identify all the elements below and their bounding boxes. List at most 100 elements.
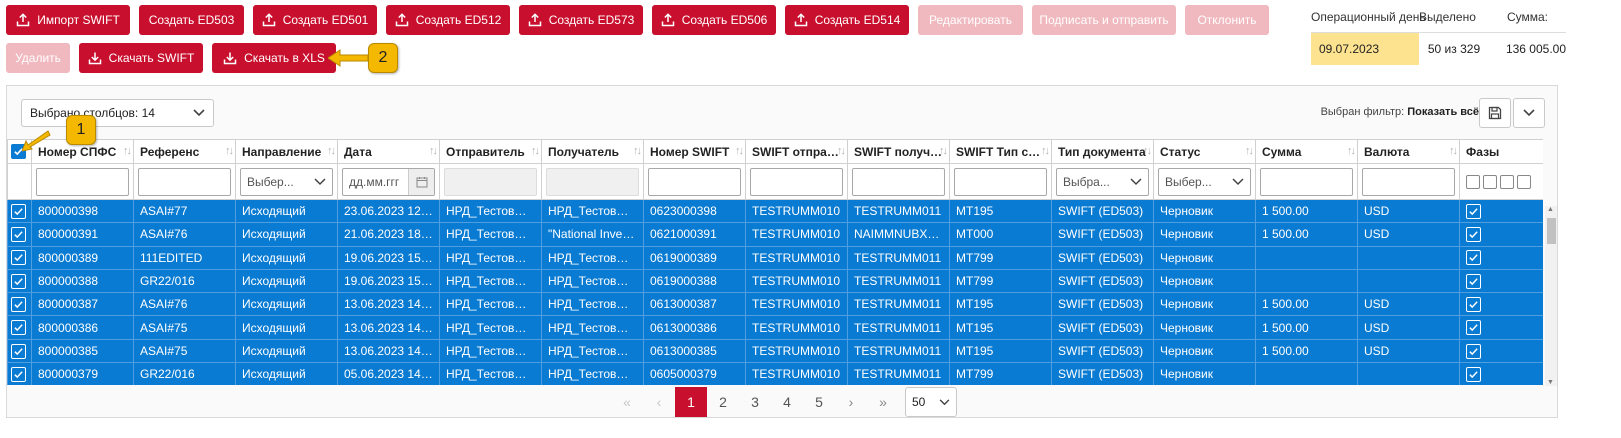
row-checkbox[interactable] xyxy=(11,203,26,219)
column-header[interactable]: Направление ↑↓ xyxy=(235,139,338,164)
page-4-button[interactable]: 4 xyxy=(771,387,803,417)
column-filter-input[interactable] xyxy=(36,167,129,196)
column-filter-input[interactable] xyxy=(954,167,1047,196)
phase-checkbox[interactable] xyxy=(1466,250,1481,266)
create-ed506-button[interactable]: Создать ED506 xyxy=(652,5,776,35)
row-checkbox[interactable] xyxy=(11,297,26,312)
page-2-button[interactable]: 2 xyxy=(707,387,739,417)
column-filter-input[interactable] xyxy=(750,167,843,196)
column-header[interactable]: Получатель ↑↓ xyxy=(541,139,644,164)
phase-checkbox[interactable] xyxy=(1466,227,1481,243)
column-filter-input[interactable] xyxy=(138,167,231,196)
scroll-down-icon[interactable]: ▼ xyxy=(1547,379,1554,386)
sort-icon[interactable]: ↑↓ xyxy=(1041,145,1050,157)
page-5-button[interactable]: 5 xyxy=(803,387,835,417)
row-checkbox[interactable] xyxy=(11,227,26,243)
create-ed573-button[interactable]: Создать ED573 xyxy=(519,5,643,35)
table-row[interactable]: 800000379 GR22/016 Исходящий 05.06.2023 14:… xyxy=(7,362,1543,385)
phase-filter-checkbox[interactable] xyxy=(1517,174,1531,189)
sort-icon[interactable]: ↑↓ xyxy=(1143,145,1152,157)
create-ed514-button[interactable]: Создать ED514 xyxy=(785,5,909,35)
create-ed501-button[interactable]: Создать ED501 xyxy=(253,5,377,35)
row-checkbox[interactable] xyxy=(11,366,26,382)
table-row[interactable]: 800000388 GR22/016 Исходящий 19.06.2023 15:… xyxy=(7,268,1543,294)
column-filter-select[interactable]: Выбер... xyxy=(240,167,333,196)
filter-menu-button[interactable] xyxy=(1513,98,1545,128)
column-header[interactable]: Дата ↑↓ xyxy=(337,139,440,164)
table-cell: 13.06.2023 14:14 xyxy=(337,292,440,317)
table-cell: MT195 xyxy=(949,315,1052,340)
sort-icon[interactable]: ↑↓ xyxy=(225,145,234,157)
sort-icon[interactable]: ↑↓ xyxy=(1449,145,1458,157)
sort-icon[interactable]: ↑↓ xyxy=(633,145,642,157)
column-header[interactable]: SWIFT получа... ↑↓ xyxy=(847,139,950,164)
phase-filter-checkbox[interactable] xyxy=(1483,174,1497,189)
sort-icon[interactable]: ↑↓ xyxy=(1245,145,1254,157)
row-checkbox[interactable] xyxy=(11,250,26,266)
first-page-button[interactable]: « xyxy=(611,387,643,417)
column-header[interactable]: Фазы xyxy=(1459,139,1543,164)
scrollbar-thumb[interactable] xyxy=(1547,218,1556,244)
import-swift-button[interactable]: Импорт SWIFT xyxy=(6,5,130,35)
sign-send-button: Подписать и отправить xyxy=(1032,5,1176,35)
column-header[interactable]: Отправитель ↑↓ xyxy=(439,139,542,164)
phase-checkbox[interactable] xyxy=(1466,343,1481,359)
table-row[interactable]: 800000389 111EDITED Исходящий 19.06.2023 15… xyxy=(7,245,1543,270)
column-header[interactable]: SWIFT отправ... ↑↓ xyxy=(745,139,848,164)
download-xls-button[interactable]: Скачать в XLS xyxy=(212,43,336,73)
phase-checkbox[interactable] xyxy=(1466,297,1481,312)
last-page-button[interactable]: » xyxy=(867,387,899,417)
column-header[interactable]: Номер SWIFT ↑↓ xyxy=(643,139,746,164)
table-cell: ASAI#77 xyxy=(133,198,236,224)
save-filter-button[interactable] xyxy=(1479,98,1511,128)
sort-icon[interactable]: ↑↓ xyxy=(1347,145,1356,157)
table-row[interactable]: 800000391 ASAI#76 Исходящий 21.06.2023 18:3… xyxy=(7,222,1543,247)
row-checkbox[interactable] xyxy=(11,273,26,289)
phase-checkbox[interactable] xyxy=(1466,273,1481,289)
phase-checkbox[interactable] xyxy=(1466,366,1481,382)
prev-page-button[interactable]: ‹ xyxy=(643,387,675,417)
column-filter-select[interactable]: Выбра... xyxy=(1056,167,1149,196)
table-row[interactable]: 800000385 ASAI#75 Исходящий 13.06.2023 14:1… xyxy=(7,338,1543,364)
grid-scrollbar[interactable]: ▲ ▼ xyxy=(1545,206,1557,386)
column-header[interactable]: Тип документа ↑↓ xyxy=(1051,139,1154,164)
calendar-icon[interactable] xyxy=(408,168,434,195)
column-header[interactable]: Валюта ↑↓ xyxy=(1357,139,1460,164)
phase-checkbox[interactable] xyxy=(1466,203,1481,219)
table-row[interactable]: 800000398 ASAI#77 Исходящий 23.06.2023 12:2… xyxy=(7,198,1543,224)
page-3-button[interactable]: 3 xyxy=(739,387,771,417)
column-filter-input[interactable] xyxy=(1260,167,1353,196)
column-filter-input[interactable] xyxy=(852,167,945,196)
sort-icon[interactable]: ↑↓ xyxy=(429,145,438,157)
phase-filter-checkbox[interactable] xyxy=(1466,174,1480,189)
phase-filter-checkbox[interactable] xyxy=(1500,174,1514,189)
row-checkbox[interactable] xyxy=(11,343,26,359)
scroll-up-icon[interactable]: ▲ xyxy=(1547,206,1554,213)
download-swift-button[interactable]: Скачать SWIFT xyxy=(79,43,203,73)
column-filter-select[interactable]: Выбер... xyxy=(1158,167,1251,196)
column-filter-input[interactable] xyxy=(648,167,741,196)
table-row[interactable]: 800000386 ASAI#75 Исходящий 13.06.2023 14:1… xyxy=(7,315,1543,340)
sort-icon[interactable]: ↑↓ xyxy=(837,145,846,157)
page-size-select[interactable]: 50 xyxy=(905,387,957,417)
create-ed503-button[interactable]: Создать ED503 xyxy=(139,5,244,35)
next-page-button[interactable]: › xyxy=(835,387,867,417)
sort-icon[interactable]: ↑↓ xyxy=(939,145,948,157)
filter-cell xyxy=(1357,163,1460,200)
column-header[interactable]: SWIFT Тип со... ↑↓ xyxy=(949,139,1052,164)
phase-checkbox[interactable] xyxy=(1466,320,1481,336)
row-checkbox[interactable] xyxy=(11,320,26,336)
page-1-button[interactable]: 1 xyxy=(675,387,707,417)
column-header[interactable]: Сумма ↑↓ xyxy=(1255,139,1358,164)
column-filter-input[interactable] xyxy=(1362,167,1455,196)
table-cell: USD xyxy=(1357,292,1460,317)
sort-icon[interactable]: ↑↓ xyxy=(123,145,132,157)
create-ed512-button[interactable]: Создать ED512 xyxy=(386,5,510,35)
sort-icon[interactable]: ↑↓ xyxy=(735,145,744,157)
date-filter-input[interactable]: дд.мм.ггг xyxy=(342,167,435,196)
sort-icon[interactable]: ↑↓ xyxy=(327,145,336,157)
column-header[interactable]: Статус ↑↓ xyxy=(1153,139,1256,164)
sort-icon[interactable]: ↑↓ xyxy=(531,145,540,157)
column-header[interactable]: Референс ↑↓ xyxy=(133,139,236,164)
table-row[interactable]: 800000387 ASAI#76 Исходящий 13.06.2023 14:1… xyxy=(7,292,1543,317)
